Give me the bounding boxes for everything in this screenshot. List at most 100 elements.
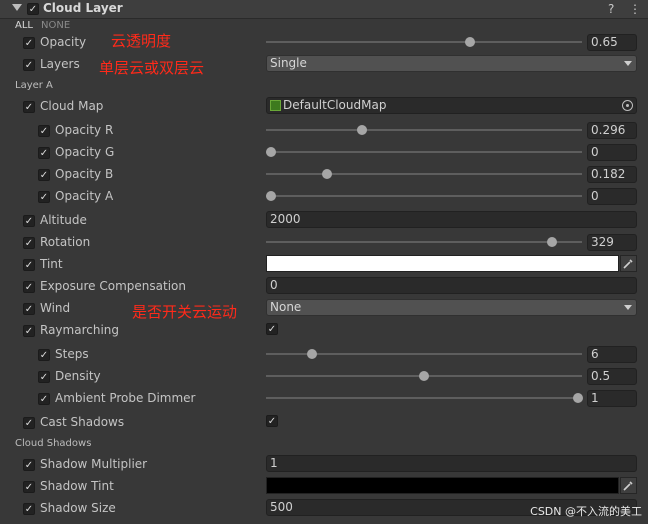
shadow-multiplier-field[interactable]: 1 bbox=[266, 455, 637, 472]
eyedropper-icon bbox=[623, 481, 633, 491]
opacity-r-label: Opacity R bbox=[55, 123, 114, 137]
exposure-field[interactable]: 0 bbox=[266, 277, 637, 294]
opacity-a-override-checkbox[interactable]: ✓ bbox=[38, 191, 50, 203]
cloud-map-label: Cloud Map bbox=[40, 99, 104, 113]
shadow-multiplier-label: Shadow Multiplier bbox=[40, 457, 148, 471]
opacity-a-field[interactable]: 0 bbox=[587, 188, 637, 205]
foldout-arrow-icon[interactable] bbox=[12, 4, 22, 11]
opacity-b-slider-thumb[interactable] bbox=[322, 169, 332, 179]
opacity-b-slider-track[interactable] bbox=[266, 173, 582, 175]
layers-override-checkbox[interactable]: ✓ bbox=[23, 59, 35, 71]
density-field[interactable]: 0.5 bbox=[587, 368, 637, 385]
rotation-slider-track[interactable] bbox=[266, 241, 582, 243]
altitude-override-checkbox[interactable]: ✓ bbox=[23, 215, 35, 227]
density-slider-thumb[interactable] bbox=[419, 371, 429, 381]
altitude-field[interactable]: 2000 bbox=[266, 211, 637, 228]
opacity-slider-thumb[interactable] bbox=[465, 37, 475, 47]
raymarching-label: Raymarching bbox=[40, 323, 120, 337]
cloud-map-override-checkbox[interactable]: ✓ bbox=[23, 101, 35, 113]
component-enable-checkbox[interactable]: ✓ bbox=[27, 3, 39, 15]
filter-all-button[interactable]: ALL bbox=[15, 20, 33, 31]
layers-label: Layers bbox=[40, 57, 80, 71]
opacity-g-override-checkbox[interactable]: ✓ bbox=[38, 147, 50, 159]
opacity-override-checkbox[interactable]: ✓ bbox=[23, 37, 35, 49]
steps-field[interactable]: 6 bbox=[587, 346, 637, 363]
steps-slider-thumb[interactable] bbox=[307, 349, 317, 359]
exposure-override-checkbox[interactable]: ✓ bbox=[23, 281, 35, 293]
opacity-g-label: Opacity G bbox=[55, 145, 115, 159]
rotation-label: Rotation bbox=[40, 235, 91, 249]
exposure-label: Exposure Compensation bbox=[40, 279, 186, 293]
opacity-label: Opacity bbox=[40, 35, 87, 49]
opacity-a-slider-track[interactable] bbox=[266, 195, 582, 197]
chevron-down-icon bbox=[624, 305, 632, 310]
shadow-tint-eyedropper-button[interactable] bbox=[620, 477, 637, 494]
opacity-r-slider-track[interactable] bbox=[266, 129, 582, 131]
cloud-shadows-section-label: Cloud Shadows bbox=[15, 438, 92, 449]
shadow-size-label: Shadow Size bbox=[40, 501, 116, 515]
ambient-probe-slider-thumb[interactable] bbox=[573, 393, 583, 403]
opacity-b-field[interactable]: 0.182 bbox=[587, 166, 637, 183]
opacity-g-field[interactable]: 0 bbox=[587, 144, 637, 161]
shadow-tint-override-checkbox[interactable]: ✓ bbox=[23, 481, 35, 493]
wind-dropdown[interactable]: None bbox=[266, 299, 637, 316]
opacity-slider-track[interactable] bbox=[266, 41, 582, 43]
cloud-map-object-field[interactable]: DefaultCloudMap bbox=[266, 97, 637, 114]
wind-label: Wind bbox=[40, 301, 71, 315]
layers-annotation: 单层云或双层云 bbox=[99, 59, 205, 77]
opacity-a-slider-thumb[interactable] bbox=[266, 191, 276, 201]
rotation-field[interactable]: 329 bbox=[587, 234, 637, 251]
watermark: CSDN @不入流的美工 bbox=[530, 505, 642, 518]
opacity-annotation: 云透明度 bbox=[111, 32, 172, 50]
ambient-probe-field[interactable]: 1 bbox=[587, 390, 637, 407]
opacity-r-override-checkbox[interactable]: ✓ bbox=[38, 125, 50, 137]
layers-value: Single bbox=[270, 56, 307, 70]
tint-override-checkbox[interactable]: ✓ bbox=[23, 259, 35, 271]
steps-label: Steps bbox=[55, 347, 89, 361]
ambient-probe-label: Ambient Probe Dimmer bbox=[55, 391, 196, 405]
cast-shadows-toggle[interactable]: ✓ bbox=[266, 415, 278, 427]
tint-eyedropper-button[interactable] bbox=[620, 255, 637, 272]
object-picker-icon[interactable] bbox=[622, 100, 633, 111]
altitude-label: Altitude bbox=[40, 213, 87, 227]
shadow-size-override-checkbox[interactable]: ✓ bbox=[23, 503, 35, 515]
tint-color-swatch[interactable] bbox=[266, 255, 619, 272]
shadow-multiplier-override-checkbox[interactable]: ✓ bbox=[23, 459, 35, 471]
opacity-r-field[interactable]: 0.296 bbox=[587, 122, 637, 139]
shadow-tint-color-swatch[interactable] bbox=[266, 477, 619, 494]
ambient-probe-slider-track[interactable] bbox=[266, 397, 582, 399]
eyedropper-icon bbox=[623, 259, 633, 269]
chevron-down-icon bbox=[624, 61, 632, 66]
cloud-map-value: DefaultCloudMap bbox=[283, 98, 387, 112]
wind-value: None bbox=[270, 300, 302, 314]
component-header: ✓ Cloud Layer ? ⋮ bbox=[0, 0, 648, 19]
opacity-r-slider-thumb[interactable] bbox=[357, 125, 367, 135]
rotation-slider-thumb[interactable] bbox=[547, 237, 557, 247]
cast-shadows-override-checkbox[interactable]: ✓ bbox=[23, 417, 35, 429]
density-override-checkbox[interactable]: ✓ bbox=[38, 371, 50, 383]
opacity-field[interactable]: 0.65 bbox=[587, 34, 637, 51]
component-title: Cloud Layer bbox=[43, 1, 123, 15]
density-label: Density bbox=[55, 369, 101, 383]
raymarching-override-checkbox[interactable]: ✓ bbox=[23, 325, 35, 337]
shadow-tint-label: Shadow Tint bbox=[40, 479, 114, 493]
layers-dropdown[interactable]: Single bbox=[266, 55, 637, 72]
wind-annotation: 是否开关云运动 bbox=[132, 303, 238, 321]
opacity-a-label: Opacity A bbox=[55, 189, 114, 203]
steps-override-checkbox[interactable]: ✓ bbox=[38, 349, 50, 361]
filter-none-button[interactable]: NONE bbox=[41, 20, 70, 31]
opacity-b-label: Opacity B bbox=[55, 167, 114, 181]
cast-shadows-label: Cast Shadows bbox=[40, 415, 125, 429]
opacity-b-override-checkbox[interactable]: ✓ bbox=[38, 169, 50, 181]
help-icon[interactable]: ? bbox=[608, 2, 614, 16]
raymarching-toggle[interactable]: ✓ bbox=[266, 323, 278, 335]
layer-a-section-label: Layer A bbox=[15, 80, 53, 91]
texture-thumbnail-icon bbox=[270, 100, 281, 111]
wind-override-checkbox[interactable]: ✓ bbox=[23, 303, 35, 315]
rotation-override-checkbox[interactable]: ✓ bbox=[23, 237, 35, 249]
tint-label: Tint bbox=[40, 257, 63, 271]
opacity-g-slider-thumb[interactable] bbox=[266, 147, 276, 157]
opacity-g-slider-track[interactable] bbox=[266, 151, 582, 153]
ambient-probe-override-checkbox[interactable]: ✓ bbox=[38, 393, 50, 405]
settings-icon[interactable]: ⋮ bbox=[629, 2, 641, 16]
